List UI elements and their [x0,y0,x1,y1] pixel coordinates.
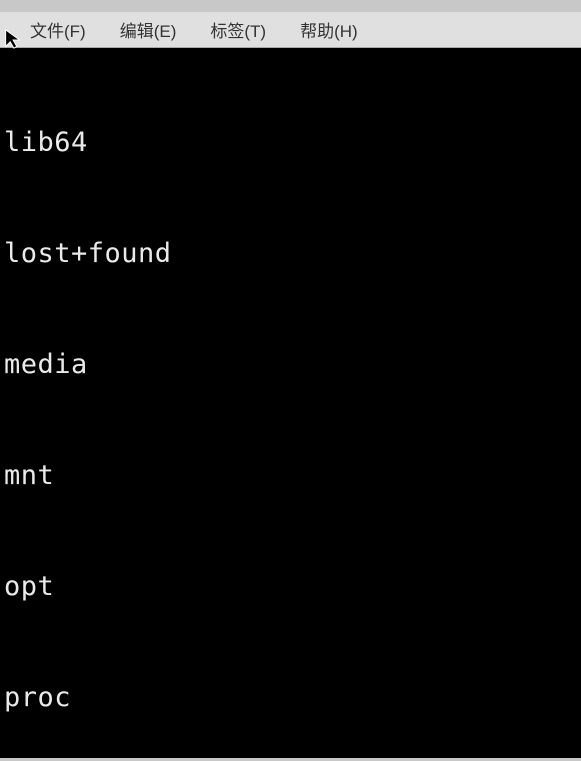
terminal-line: proc [4,679,577,716]
menu-tabs[interactable]: 标签(T) [204,13,272,46]
terminal-line: lost+found [4,235,577,272]
menu-help[interactable]: 帮助(H) [294,13,364,46]
menu-file[interactable]: 文件(F) [24,13,92,46]
menubar[interactable]: 文件(F) 编辑(E) 标签(T) 帮助(H) [0,12,581,48]
terminal-line: mnt [4,457,577,494]
terminal-line: media [4,346,577,383]
menu-edit[interactable]: 编辑(E) [114,13,183,46]
terminal-line: lib64 [4,124,577,161]
window-titlebar [0,0,581,12]
terminal-line: opt [4,568,577,605]
terminal-viewport[interactable]: lib64 lost+found media mnt opt proc root… [0,48,581,758]
